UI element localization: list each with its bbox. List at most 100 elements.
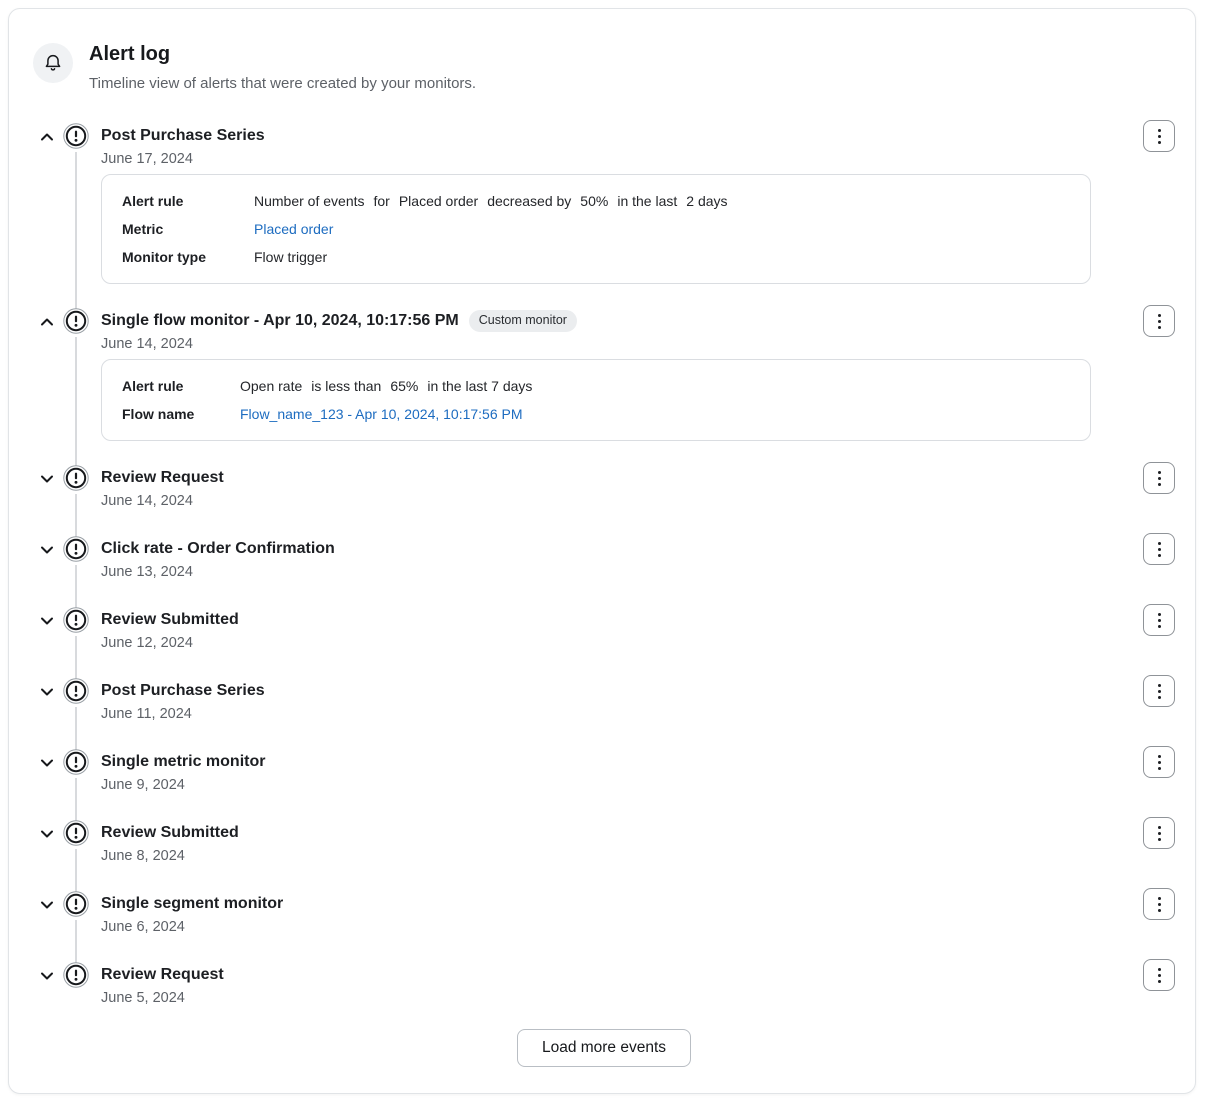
entry-content: Single metric monitor June 9, 2024 — [101, 750, 1131, 796]
chevron-down-icon — [39, 613, 55, 629]
entry-menu-button[interactable] — [1143, 533, 1175, 565]
alert-circle-icon — [63, 308, 89, 334]
alert-entry: Click rate - Order Confirmation June 13,… — [33, 537, 1175, 608]
entry-content: Review Request June 14, 2024 — [101, 466, 1131, 512]
entry-menu-button[interactable] — [1143, 462, 1175, 494]
detail-value: Open rate is less than 65% in the last 7… — [240, 377, 532, 395]
chevron-down-icon — [39, 968, 55, 984]
alert-entry: Single metric monitor June 9, 2024 — [33, 750, 1175, 821]
kebab-menu-icon — [1158, 968, 1161, 971]
entry-title: Review Submitted — [101, 608, 239, 632]
rule-segment: for — [374, 192, 390, 210]
entry-date: June 11, 2024 — [101, 703, 1131, 725]
entry-content: Review Submitted June 12, 2024 — [101, 608, 1131, 654]
expand-toggle-button[interactable] — [35, 893, 59, 917]
entry-menu-button[interactable] — [1143, 604, 1175, 636]
entry-date: June 14, 2024 — [101, 333, 1131, 355]
page-subtitle: Timeline view of alerts that were create… — [89, 74, 476, 94]
rule-segment: 65% — [390, 377, 418, 395]
expand-toggle-button[interactable] — [35, 822, 59, 846]
rule-segment: in the last — [617, 192, 677, 210]
entry-content: Click rate - Order Confirmation June 13,… — [101, 537, 1131, 583]
alert-entry: Review Submitted June 8, 2024 — [33, 821, 1175, 892]
metric-link[interactable]: Placed order — [254, 220, 333, 238]
chevron-down-icon — [39, 826, 55, 842]
detail-label: Flow name — [122, 405, 240, 423]
alert-details-card: Alert rule Open rate is less than 65% in… — [101, 359, 1091, 441]
expand-toggle-button[interactable] — [35, 467, 59, 491]
rule-segment: in the last 7 days — [427, 377, 532, 395]
expand-toggle-button[interactable] — [35, 964, 59, 988]
entry-menu-button[interactable] — [1143, 675, 1175, 707]
detail-value: Number of events for Placed order decrea… — [254, 192, 728, 210]
alert-circle-icon — [63, 962, 89, 988]
entry-menu-button[interactable] — [1143, 120, 1175, 152]
entry-date: June 14, 2024 — [101, 490, 1131, 512]
load-more-button[interactable]: Load more events — [517, 1029, 691, 1067]
alert-circle-icon — [63, 123, 89, 149]
custom-monitor-badge: Custom monitor — [469, 310, 577, 332]
rule-segment: Open rate — [240, 377, 302, 395]
entry-date: June 5, 2024 — [101, 987, 1131, 1009]
chevron-down-icon — [39, 471, 55, 487]
alert-details-card: Alert rule Number of events for Placed o… — [101, 174, 1091, 284]
detail-label: Alert rule — [122, 192, 254, 210]
rule-segment: decreased by — [487, 192, 571, 210]
entry-menu-button[interactable] — [1143, 817, 1175, 849]
rule-segment: is less than — [311, 377, 381, 395]
alert-circle-icon — [63, 820, 89, 846]
kebab-menu-icon — [1158, 129, 1161, 132]
detail-row: Metric Placed order — [122, 220, 1070, 238]
entry-menu-button[interactable] — [1143, 305, 1175, 337]
entry-date: June 9, 2024 — [101, 774, 1131, 796]
chevron-down-icon — [39, 897, 55, 913]
entry-content: Post Purchase Series June 17, 2024 Alert… — [101, 124, 1131, 284]
entry-content: Single segment monitor June 6, 2024 — [101, 892, 1131, 938]
entry-title: Single metric monitor — [101, 750, 265, 774]
entry-menu-button[interactable] — [1143, 959, 1175, 991]
detail-row: Alert rule Open rate is less than 65% in… — [122, 377, 1070, 395]
entry-content: Review Submitted June 8, 2024 — [101, 821, 1131, 867]
chevron-up-icon — [39, 129, 55, 145]
alert-entry: Review Request June 5, 2024 — [33, 963, 1175, 1009]
entry-menu-button[interactable] — [1143, 888, 1175, 920]
alert-circle-icon — [63, 465, 89, 491]
detail-row: Alert rule Number of events for Placed o… — [122, 192, 1070, 210]
expand-toggle-button[interactable] — [35, 751, 59, 775]
entry-title: Review Request — [101, 963, 224, 987]
kebab-menu-icon — [1158, 542, 1161, 545]
kebab-menu-icon — [1158, 613, 1161, 616]
alert-circle-icon — [63, 607, 89, 633]
entry-content: Post Purchase Series June 11, 2024 — [101, 679, 1131, 725]
chevron-up-icon — [39, 314, 55, 330]
detail-row: Monitor type Flow trigger — [122, 248, 1070, 266]
alert-circle-icon — [63, 536, 89, 562]
expand-toggle-button[interactable] — [35, 538, 59, 562]
collapse-toggle-button[interactable] — [35, 125, 59, 149]
entry-date: June 6, 2024 — [101, 916, 1131, 938]
page-header: Alert log Timeline view of alerts that w… — [33, 41, 1175, 94]
entry-menu-button[interactable] — [1143, 746, 1175, 778]
entry-date: June 17, 2024 — [101, 148, 1131, 170]
entry-title: Single segment monitor — [101, 892, 283, 916]
detail-label: Alert rule — [122, 377, 240, 395]
collapse-toggle-button[interactable] — [35, 310, 59, 334]
detail-label: Metric — [122, 220, 254, 238]
detail-value: Flow trigger — [254, 248, 327, 266]
kebab-menu-icon — [1158, 471, 1161, 474]
flow-name-link[interactable]: Flow_name_123 - Apr 10, 2024, 10:17:56 P… — [240, 405, 523, 423]
rule-segment: Placed order — [399, 192, 478, 210]
entry-title: Single flow monitor - Apr 10, 2024, 10:1… — [101, 309, 459, 333]
chevron-down-icon — [39, 684, 55, 700]
kebab-menu-icon — [1158, 314, 1161, 317]
footer: Load more events — [33, 1029, 1175, 1067]
alert-entry: Post Purchase Series June 17, 2024 Alert… — [33, 124, 1175, 309]
entry-title: Post Purchase Series — [101, 679, 265, 703]
entry-title: Review Request — [101, 466, 224, 490]
expand-toggle-button[interactable] — [35, 609, 59, 633]
detail-label: Monitor type — [122, 248, 254, 266]
chevron-down-icon — [39, 542, 55, 558]
entry-date: June 12, 2024 — [101, 632, 1131, 654]
expand-toggle-button[interactable] — [35, 680, 59, 704]
entry-content: Review Request June 5, 2024 — [101, 963, 1131, 1009]
